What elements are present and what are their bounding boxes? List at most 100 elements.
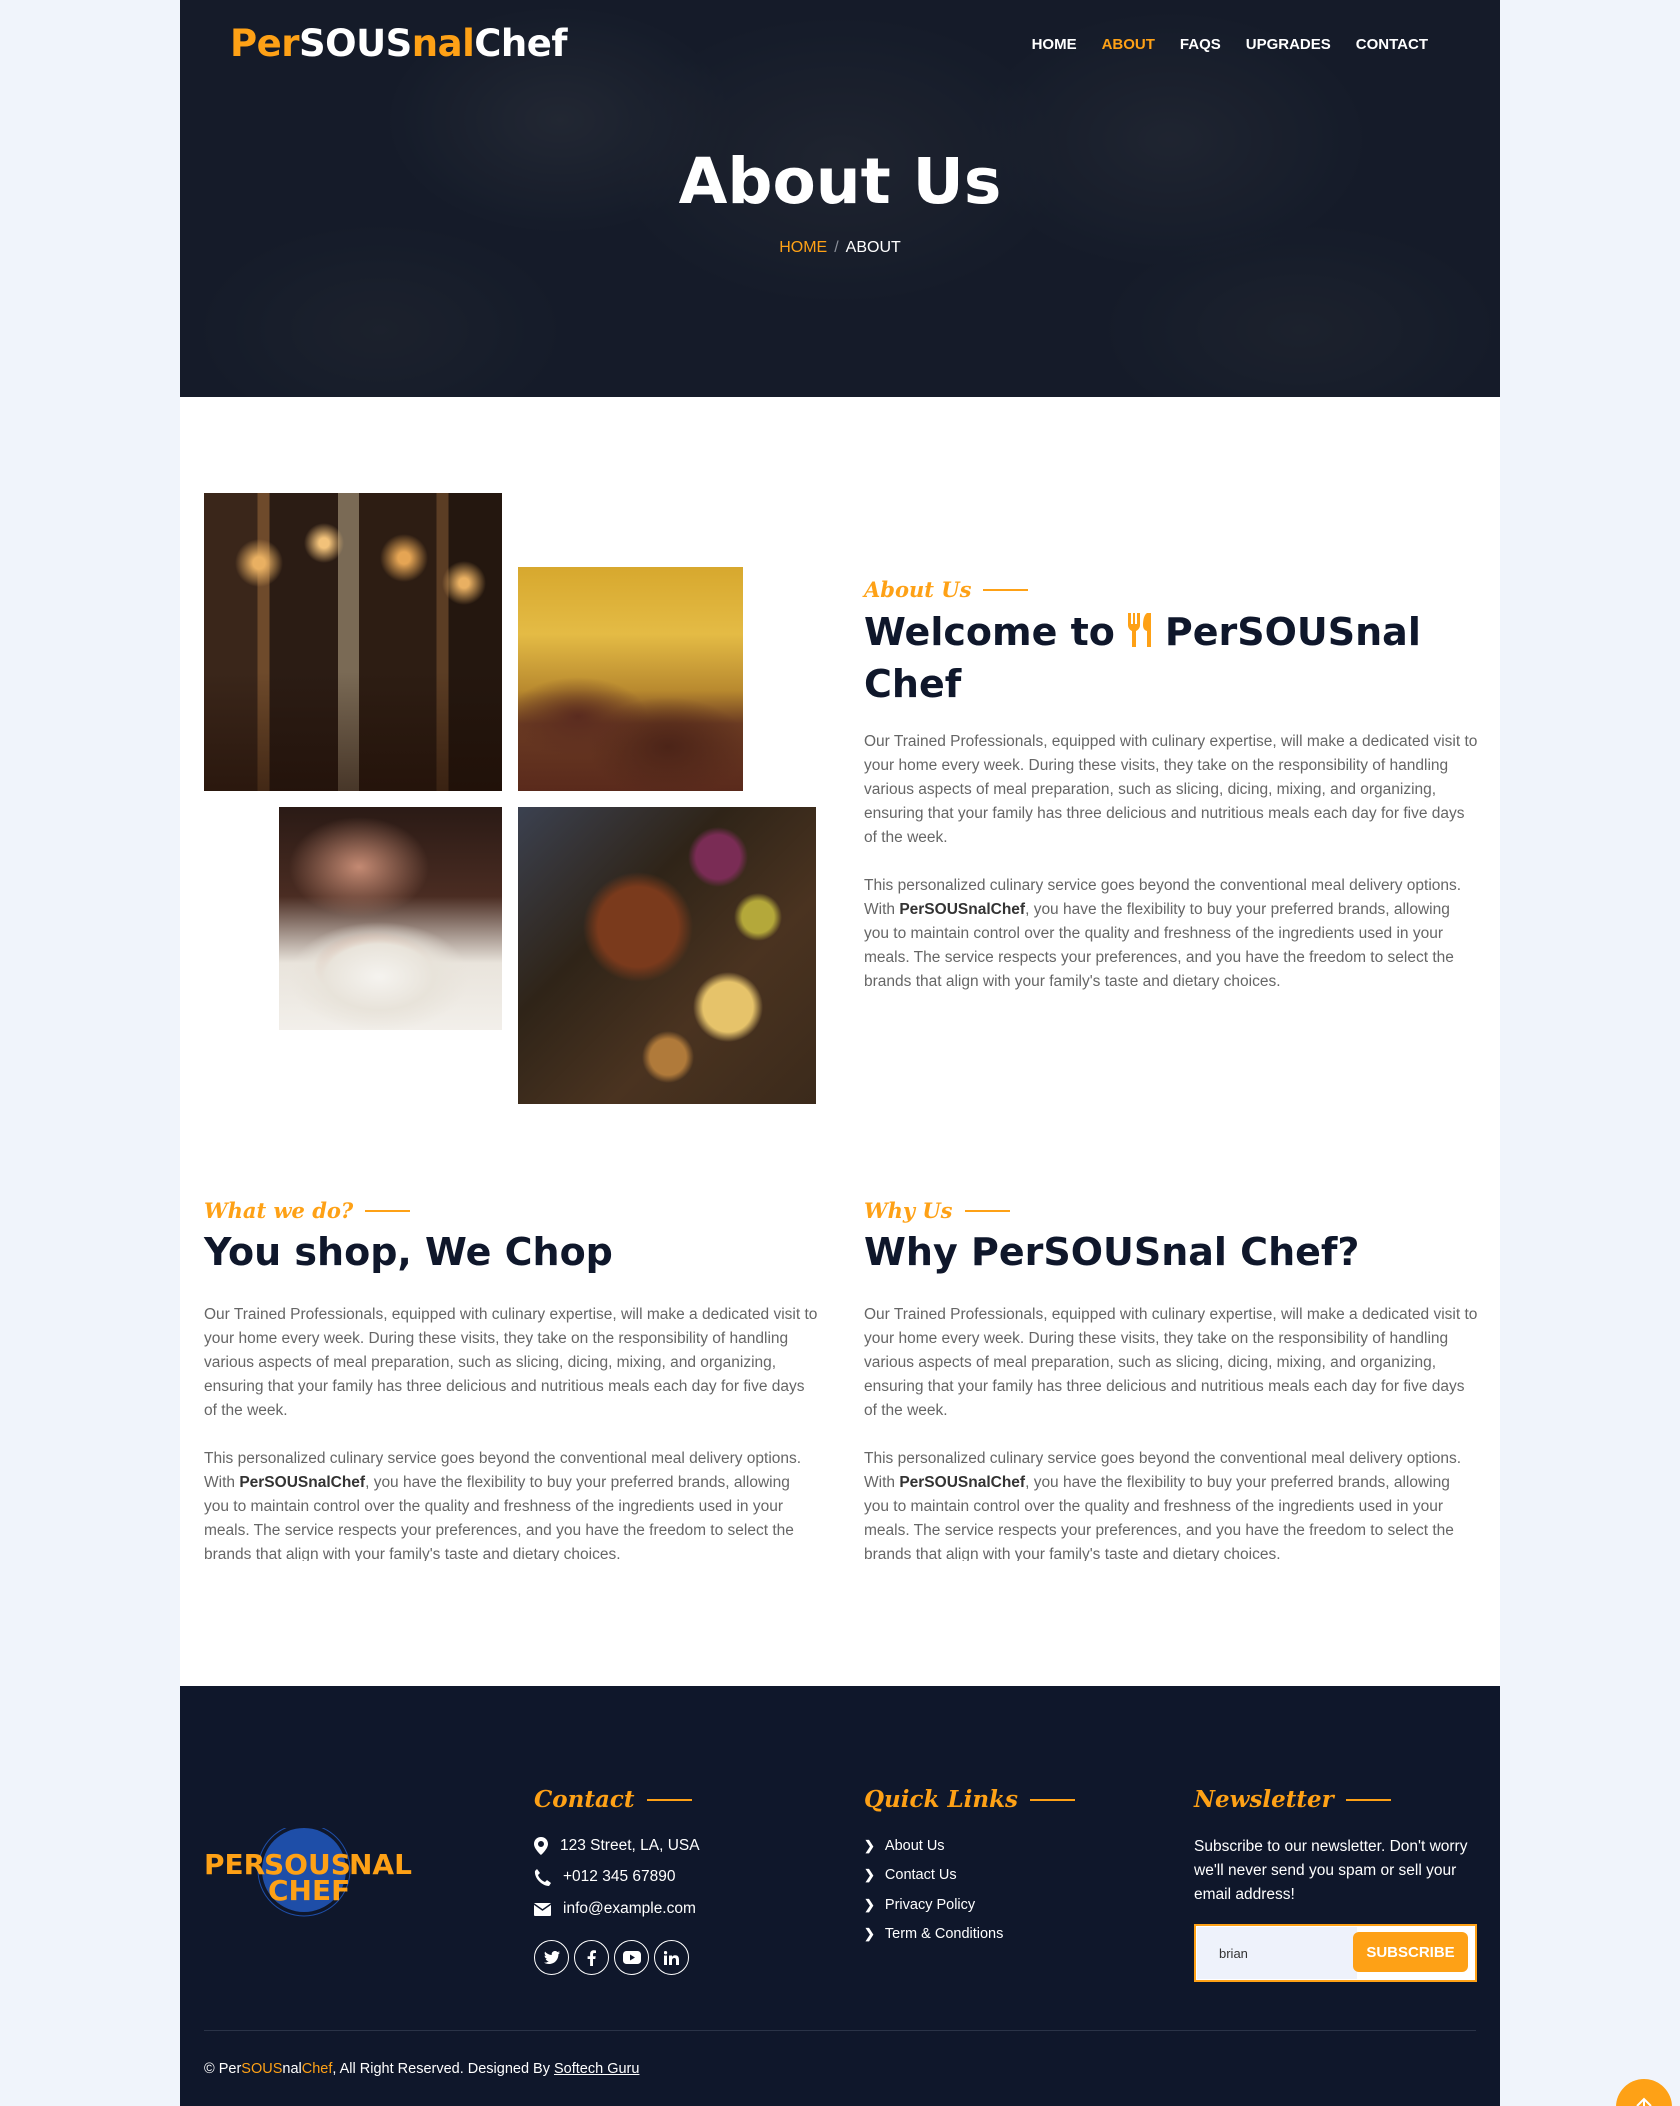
why-paragraph-2: This personalized culinary service goes … <box>864 1450 1462 1561</box>
newsletter-text: Subscribe to our newsletter. Don't worry… <box>1194 1838 1468 1903</box>
address-text: 123 Street, LA, USA <box>560 1837 700 1854</box>
logo-part-chef: Chef <box>474 22 567 65</box>
what-paragraph-1: Our Trained Professionals, equipped with… <box>204 1306 818 1419</box>
newsletter-title-text: Newsletter <box>1194 1786 1334 1813</box>
about-heading-welcome: Welcome to <box>864 610 1115 654</box>
logo-part-per: Per <box>230 22 299 65</box>
page: PerSOUSnalChef HOME ABOUT FAQS UPGRADES … <box>180 0 1500 2106</box>
about-eyebrow: About Us <box>864 577 1029 602</box>
envelope-icon <box>534 1902 551 1916</box>
copyright-suffix: , All Right Reserved. Designed By <box>332 2061 555 2077</box>
what-eyebrow-text: What we do? <box>204 1198 354 1223</box>
about-heading-chef: Chef <box>864 662 962 706</box>
salad-plate-image <box>279 807 502 1030</box>
logo-part-sous: SOUS <box>298 22 412 65</box>
newsletter-form: SUBSCRIBE <box>1194 1924 1477 1982</box>
breadcrumb-home[interactable]: HOME <box>779 239 827 256</box>
copyright: © PerSOUSnalChef, All Right Reserved. De… <box>204 2061 639 2077</box>
copyright-prefix: © Per <box>204 2061 242 2077</box>
title-line <box>646 1798 692 1801</box>
about-heading: Welcome to PerSOUSnal Chef <box>864 608 1424 708</box>
copyright-nal: nal <box>282 2061 302 2077</box>
quick-link-label: About Us <box>884 1838 945 1854</box>
footer-logo[interactable]: PER SOUS NAL CHEF <box>204 1823 414 1928</box>
contact-title-text: Contact <box>534 1786 635 1813</box>
contact-title: Contact <box>534 1786 692 1813</box>
about-paragraph-1: Our Trained Professionals, equipped with… <box>864 733 1478 846</box>
why-paragraph-1: Our Trained Professionals, equipped with… <box>864 1306 1478 1419</box>
about-paragraph-2: This personalized culinary service goes … <box>864 877 1462 990</box>
restaurant-interior-image <box>204 493 502 791</box>
subscribe-button[interactable]: SUBSCRIBE <box>1353 1932 1468 1972</box>
nav-faqs[interactable]: FAQS <box>1180 36 1221 53</box>
quick-link-label: Privacy Policy <box>884 1897 976 1913</box>
designer-link[interactable]: Softech Guru <box>554 2061 639 2077</box>
about-text: Our Trained Professionals, equipped with… <box>864 730 1479 994</box>
what-heading: You shop, We Chop <box>204 1230 613 1274</box>
nav-about[interactable]: ABOUT <box>1102 36 1155 53</box>
logo-text-per: PER <box>204 1848 266 1881</box>
eyebrow-line <box>365 1209 411 1212</box>
contact-email: info@example.com <box>534 1900 696 1918</box>
logo-text-nal: NAL <box>349 1848 412 1881</box>
about-heading-brand: PerSOUSnal <box>1164 610 1421 654</box>
breadcrumb: HOME / ABOUT <box>180 239 1500 257</box>
newsletter-title: Newsletter <box>1194 1786 1391 1813</box>
about-eyebrow-text: About Us <box>864 577 972 602</box>
quick-link-terms[interactable]: ❯ Term & Conditions <box>864 1926 1003 1942</box>
dining-room-image <box>518 567 743 791</box>
why-eyebrow: Why Us <box>864 1198 1010 1223</box>
chevron-right-icon: ❯ <box>864 1867 875 1882</box>
contact-phone: +012 345 67890 <box>534 1868 676 1886</box>
eyebrow-line <box>964 1209 1010 1212</box>
twitter-icon[interactable] <box>534 1940 569 1975</box>
copyright-sous: SOUS <box>241 2061 283 2077</box>
quick-link-label: Term & Conditions <box>884 1926 1004 1942</box>
chevron-right-icon: ❯ <box>864 1838 875 1853</box>
breadcrumb-separator: / <box>834 239 839 256</box>
email-text[interactable]: info@example.com <box>563 1900 696 1918</box>
quick-links-title: Quick Links <box>864 1786 1075 1813</box>
facebook-icon[interactable] <box>574 1940 609 1975</box>
why-heading: Why PerSOUSnal Chef? <box>864 1230 1360 1274</box>
site-footer: PER SOUS NAL CHEF Contact 123 Street, LA… <box>180 1686 1500 2106</box>
youtube-icon[interactable] <box>614 1940 649 1975</box>
phone-text: +012 345 67890 <box>563 1868 676 1885</box>
what-paragraph-2: This personalized culinary service goes … <box>204 1450 802 1561</box>
title-line <box>1029 1798 1075 1801</box>
what-text: Our Trained Professionals, equipped with… <box>204 1303 819 1561</box>
page-title: About Us <box>678 145 1002 218</box>
logo-part-nal: nal <box>411 22 475 65</box>
eyebrow-line <box>983 588 1029 591</box>
utensils-icon <box>1125 611 1159 660</box>
phone-icon <box>534 1868 551 1886</box>
footer-divider <box>204 2030 1476 2031</box>
back-to-top-button[interactable] <box>1616 2079 1672 2106</box>
map-pin-icon <box>534 1837 548 1855</box>
title-line <box>1345 1798 1391 1801</box>
why-eyebrow-text: Why Us <box>864 1198 953 1223</box>
quick-link-about[interactable]: ❯ About Us <box>864 1838 945 1854</box>
brand-logo[interactable]: PerSOUSnalChef <box>230 22 567 65</box>
main-nav: HOME ABOUT FAQS UPGRADES CONTACT <box>1032 36 1428 53</box>
contact-address: 123 Street, LA, USA <box>534 1837 700 1855</box>
chevron-right-icon: ❯ <box>864 1897 875 1912</box>
what-eyebrow: What we do? <box>204 1198 411 1223</box>
linkedin-icon[interactable] <box>654 1940 689 1975</box>
why-text: Our Trained Professionals, equipped with… <box>864 1303 1479 1561</box>
breadcrumb-current: ABOUT <box>845 239 901 256</box>
nav-upgrades[interactable]: UPGRADES <box>1246 36 1331 53</box>
logo-text-chef: CHEF <box>268 1874 351 1907</box>
food-spread-image <box>518 807 816 1104</box>
arrow-up-icon <box>1636 2097 1652 2106</box>
nav-contact[interactable]: CONTACT <box>1356 36 1428 53</box>
chevron-right-icon: ❯ <box>864 1926 875 1941</box>
copyright-chef: Chef <box>301 2061 333 2077</box>
hero-header: PerSOUSnalChef HOME ABOUT FAQS UPGRADES … <box>180 0 1500 397</box>
social-links <box>534 1940 689 1975</box>
quick-link-label: Contact Us <box>884 1867 957 1883</box>
quick-link-privacy[interactable]: ❯ Privacy Policy <box>864 1897 975 1913</box>
nav-home[interactable]: HOME <box>1032 36 1077 53</box>
newsletter-email-input[interactable] <box>1197 1927 1357 1979</box>
quick-link-contact[interactable]: ❯ Contact Us <box>864 1867 957 1883</box>
